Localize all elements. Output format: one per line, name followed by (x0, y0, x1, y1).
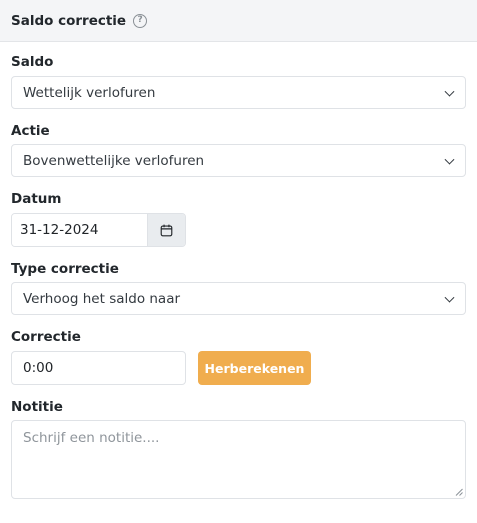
chevron-down-icon (444, 154, 455, 165)
saldo-correctie-panel: Saldo correctie ? Saldo Wettelijk verlof… (0, 0, 477, 523)
datum-input-group: 31-12-2024 (11, 213, 186, 247)
question-circle-icon[interactable]: ? (133, 13, 148, 28)
notitie-placeholder: Schrijf een notitie.... (23, 430, 160, 446)
calendar-icon (160, 224, 173, 236)
saldo-label: Saldo (11, 54, 54, 70)
actie-select-value: Bovenwettelijke verlofuren (23, 152, 205, 169)
saldo-select-value: Wettelijk verlofuren (23, 84, 156, 101)
resize-grip-icon[interactable] (455, 488, 463, 496)
datum-input[interactable]: 31-12-2024 (12, 214, 147, 246)
chevron-down-icon (444, 292, 455, 303)
chevron-down-icon (444, 86, 455, 97)
notitie-textarea[interactable]: Schrijf een notitie.... (11, 420, 466, 499)
actie-label: Actie (11, 123, 50, 139)
actie-select[interactable]: Bovenwettelijke verlofuren (11, 144, 466, 177)
herberekenen-button[interactable]: Herberekenen (198, 351, 311, 385)
calendar-button[interactable] (147, 214, 185, 246)
type-correctie-label: Type correctie (11, 261, 119, 277)
correctie-label: Correctie (11, 329, 81, 345)
correctie-input[interactable]: 0:00 (11, 351, 186, 385)
panel-header: Saldo correctie ? (0, 0, 477, 42)
saldo-select[interactable]: Wettelijk verlofuren (11, 76, 466, 109)
panel-title: Saldo correctie (11, 12, 127, 29)
notitie-label: Notitie (11, 399, 63, 415)
help-glyph: ? (137, 15, 143, 25)
datum-label: Datum (11, 191, 62, 207)
type-correctie-select-value: Verhoog het saldo naar (23, 290, 181, 307)
type-correctie-select[interactable]: Verhoog het saldo naar (11, 282, 466, 315)
